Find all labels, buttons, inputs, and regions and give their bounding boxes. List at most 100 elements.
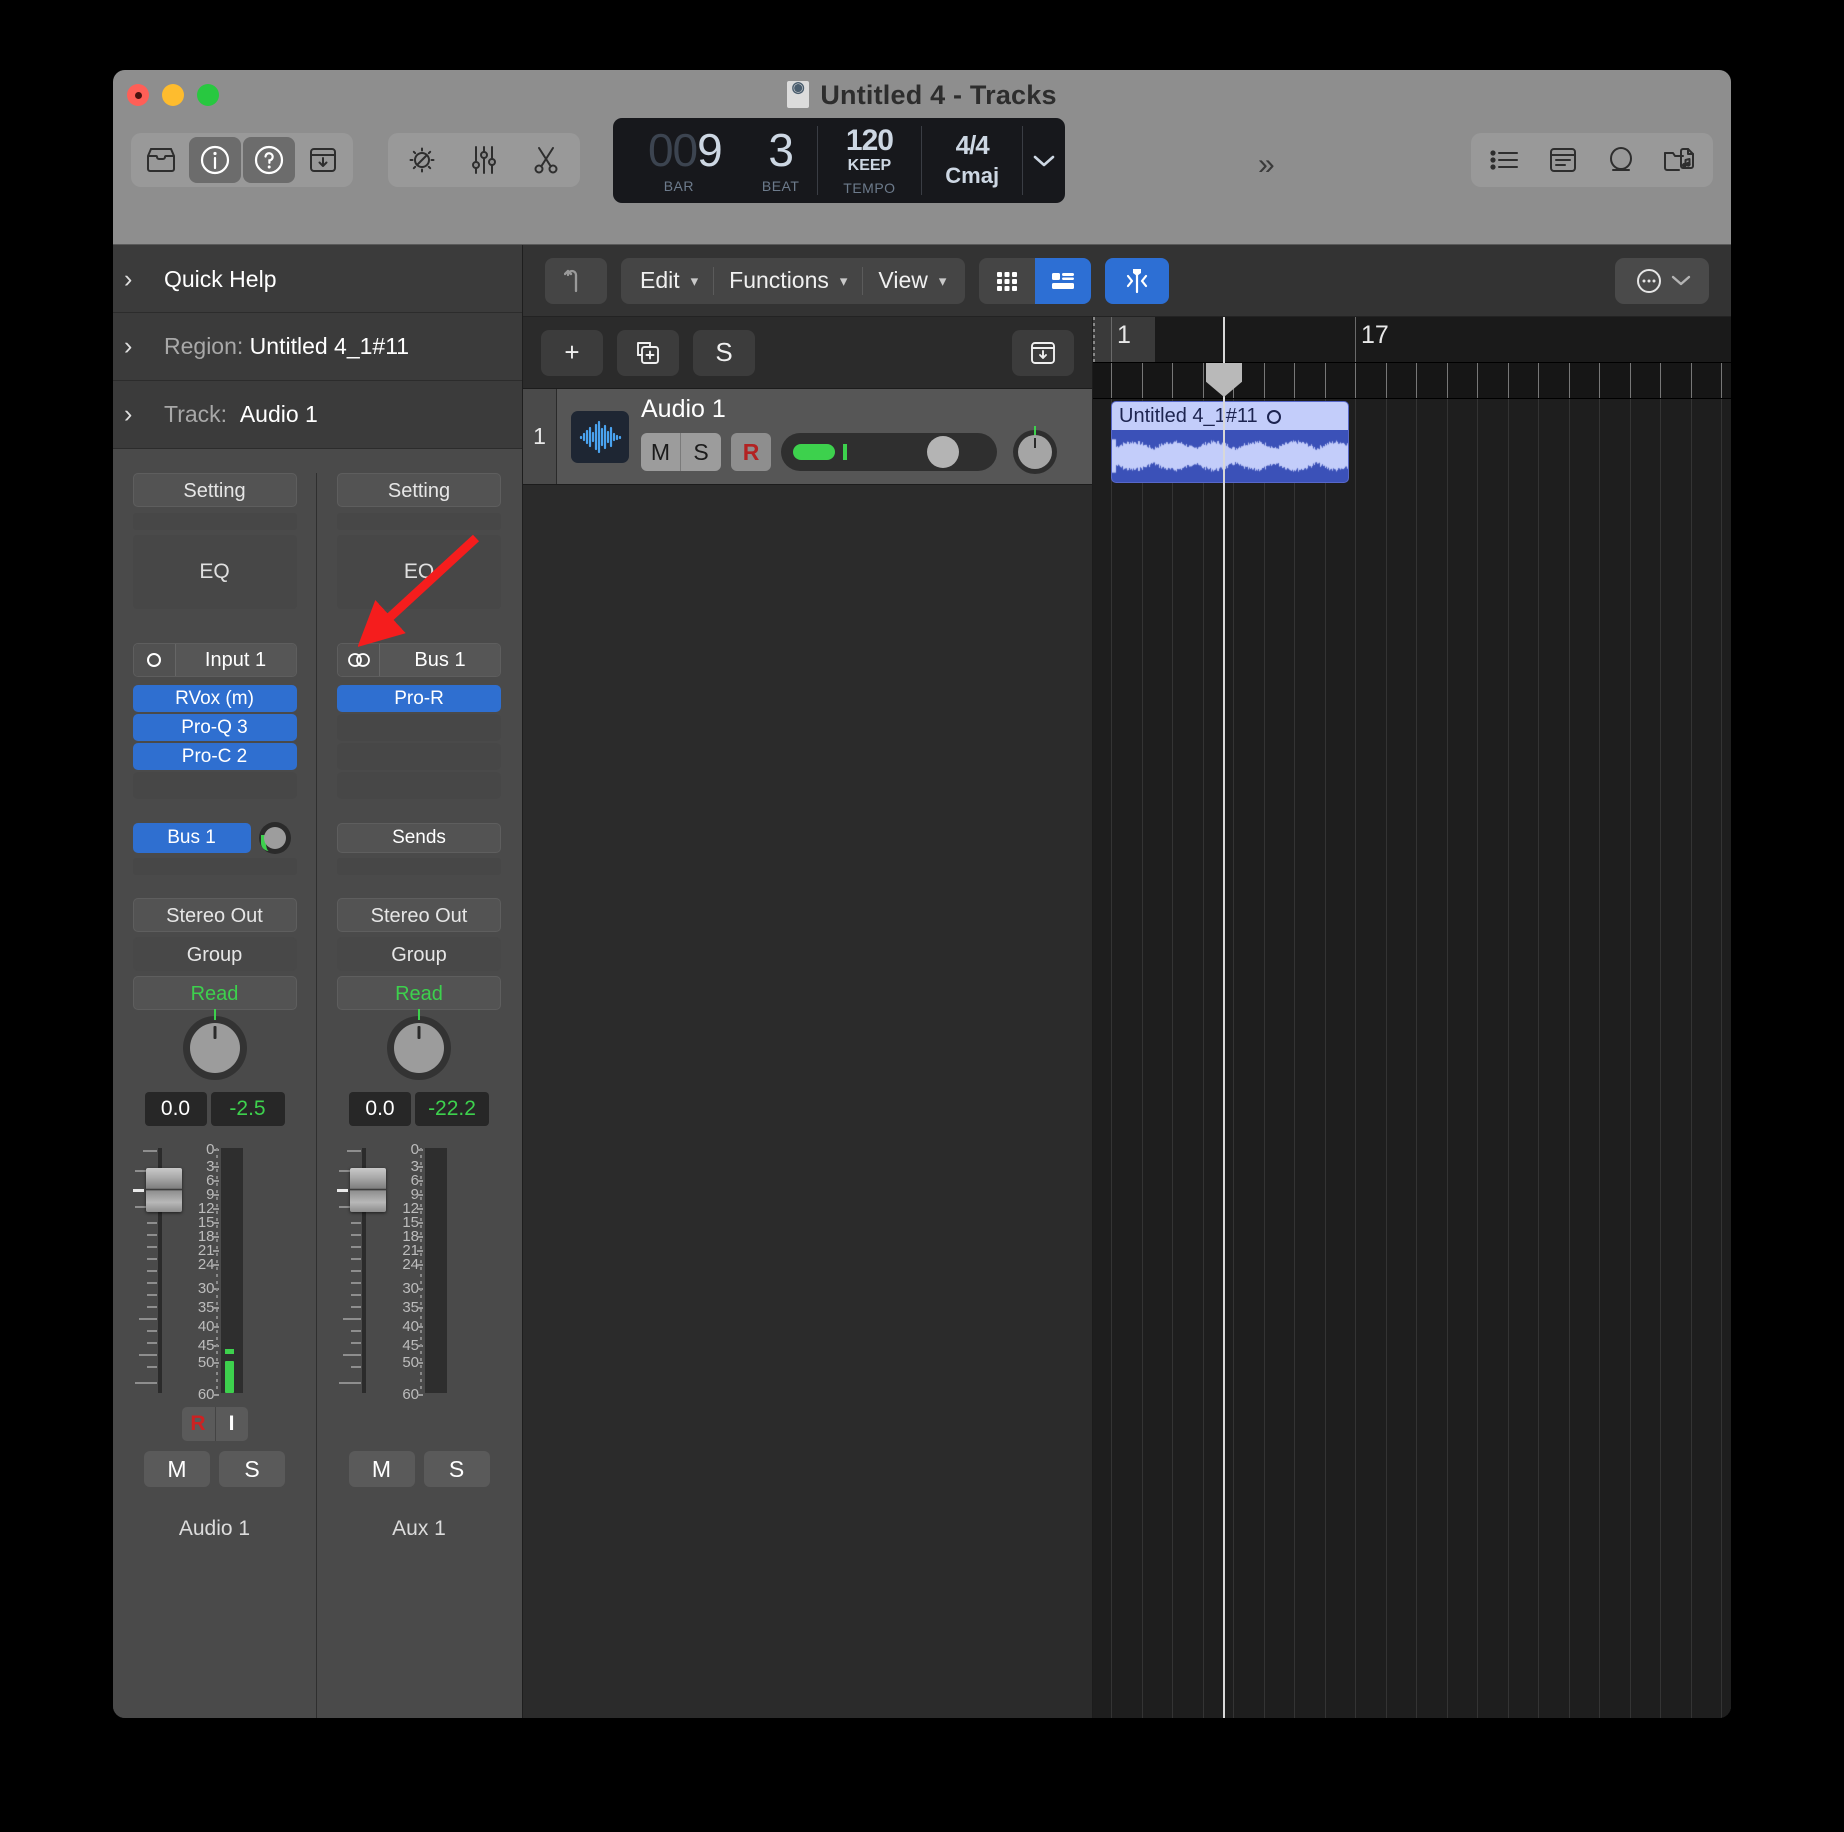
arrange-canvas[interactable]: ▸ 117 Untitled 4_1#11 [1093,317,1731,1718]
playhead[interactable] [1206,317,1242,1718]
grid-view-button[interactable] [979,257,1036,304]
group-button[interactable]: Group [132,937,297,971]
group-button[interactable]: Group [337,937,501,971]
setting-slot[interactable] [337,513,501,530]
plugin-slot-empty[interactable] [337,772,501,799]
lcd-display[interactable]: 009 BAR 3 BEAT 120 KEEP TEMPO 4/4 Cmaj [613,118,1065,203]
list-view-button[interactable] [1035,257,1092,304]
sends-button[interactable]: Sends [337,823,501,853]
quick-help-button[interactable] [243,137,295,183]
loop-circle-icon[interactable] [1266,410,1281,424]
grid-line [1446,399,1448,1718]
menu-view[interactable]: View ▾ [863,258,961,304]
setting-slot[interactable] [132,513,297,530]
peak-value[interactable]: -2.5 [210,1092,285,1126]
hide-tracks-button[interactable] [1012,329,1074,376]
menu-functions[interactable]: Functions ▾ [714,258,862,304]
loop-icon[interactable] [1595,137,1647,183]
beat-ruler[interactable] [1093,363,1731,399]
pan-knob[interactable] [387,1016,451,1080]
pan-knob[interactable] [182,1016,247,1080]
automation-mode-button[interactable]: Read [132,976,297,1010]
volume-value[interactable]: 0.0 [144,1092,207,1126]
solo-button[interactable]: S [219,1451,285,1487]
input-slot[interactable]: Input 1 [132,643,297,677]
lcd-signature-cell[interactable]: 4/4 Cmaj [922,118,1022,203]
automation-mode-button[interactable]: Read [337,976,501,1010]
inspector-track[interactable]: › Track: Audio 1 [113,381,522,449]
scissors-button[interactable] [520,137,572,183]
track-solo-button[interactable]: S [681,433,721,471]
grid-line [1141,399,1143,1718]
list-icon[interactable] [1479,137,1531,183]
send-level-knob[interactable] [258,822,291,854]
plugin-slot-empty[interactable] [337,714,501,741]
inspector-button[interactable] [189,137,241,183]
send-slot-empty[interactable] [132,858,297,875]
setting-button[interactable]: Setting [337,473,501,507]
more-options-button[interactable] [1615,257,1709,304]
value-row: 0.0 -22.2 [337,1092,501,1126]
beat-tick [1202,363,1204,398]
chevron-right-icon: › [124,400,133,428]
eq-display[interactable]: EQ [132,535,297,609]
mute-button[interactable]: M [348,1451,415,1487]
chevron-down-icon[interactable] [1023,118,1065,203]
send-row: Bus 1 [132,822,297,854]
plugin-slot[interactable]: Pro-R [337,685,501,712]
duplicate-track-icon[interactable] [617,329,679,376]
notes-icon[interactable] [1537,137,1589,183]
plugin-slot[interactable]: RVox (m) [132,685,297,712]
lcd-beat-cell[interactable]: 3 BEAT [745,118,817,203]
track-volume-slider[interactable] [781,433,997,471]
volume-value[interactable]: 0.0 [349,1092,411,1126]
toolbar-overflow-icon[interactable]: » [1258,148,1275,182]
inspector-region[interactable]: › Region: Untitled 4_1#11 [113,313,522,381]
send-slot-empty[interactable] [337,858,501,875]
chevron-down-icon: ▾ [839,272,848,290]
eq-display[interactable]: EQ [337,535,501,609]
track-pan-knob[interactable] [1013,430,1057,474]
navigate-up-icon[interactable] [545,257,607,304]
waveform-icon[interactable] [571,411,629,463]
peak-value[interactable]: -22.2 [415,1092,489,1126]
plugin-slot[interactable]: Pro-C 2 [132,743,297,770]
output-button[interactable]: Stereo Out [337,898,501,932]
input-slot[interactable]: Bus 1 [337,643,501,677]
plugin-slot-empty[interactable] [337,743,501,770]
flex-time-button[interactable] [1105,257,1170,304]
table-row[interactable]: 1 Audio 1 M S R [523,389,1092,485]
plugin-slot-empty[interactable] [132,772,297,799]
smart-controls-icon-button[interactable] [396,137,448,183]
inspector-quick-help[interactable]: › Quick Help [113,245,522,313]
volume-fader-handle[interactable] [337,1168,386,1212]
ruler[interactable]: ▸ 117 [1093,317,1731,363]
track-record-button[interactable]: R [731,433,771,471]
setting-button[interactable]: Setting [132,473,297,507]
channel-strip-name[interactable]: Audio 1 [179,1517,250,1541]
send-destination-button[interactable]: Bus 1 [132,823,251,853]
input-monitor-button[interactable]: I [214,1407,248,1441]
lcd-beat-label: BEAT [761,178,800,194]
mute-button[interactable]: M [144,1451,210,1487]
track-name[interactable]: Audio 1 [641,395,1092,424]
smart-controls-button[interactable] [297,137,349,183]
lcd-bar-cell[interactable]: 009 BAR [613,118,745,203]
track-mute-button[interactable]: M [641,433,681,471]
plugin-slot[interactable]: Pro-Q 3 [132,714,297,741]
add-track-button[interactable]: + [541,329,603,376]
solo-button[interactable]: S [423,1451,490,1487]
output-button[interactable]: Stereo Out [132,898,297,932]
record-enable-button[interactable]: R [181,1407,215,1441]
volume-fader-handle[interactable] [132,1168,182,1212]
media-folder-music-icon[interactable] [1653,137,1705,183]
solo-all-button[interactable]: S [693,329,755,376]
mixer-button[interactable] [458,137,510,183]
grid-line [1172,399,1173,1718]
library-button[interactable] [135,137,187,183]
audio-region[interactable]: Untitled 4_1#11 [1111,401,1349,483]
menu-edit[interactable]: Edit ▾ [625,258,713,304]
channel-strip-name[interactable]: Aux 1 [392,1517,446,1541]
lcd-tempo-cell[interactable]: 120 KEEP TEMPO [818,118,922,203]
mute-solo-row: M S [348,1451,490,1487]
